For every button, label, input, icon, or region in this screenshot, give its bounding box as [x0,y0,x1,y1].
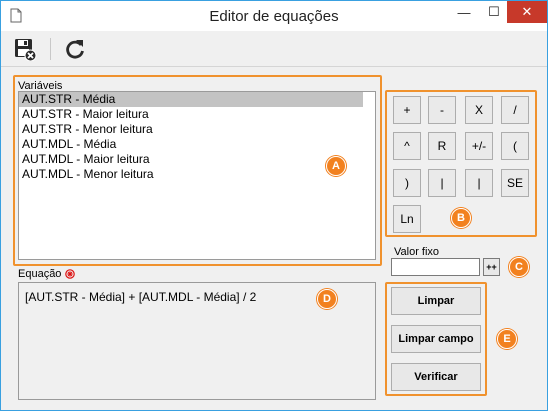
toolbar [1,31,547,67]
minimize-button[interactable]: — [449,1,479,23]
list-item[interactable]: AUT.MDL - Média [19,137,375,152]
equation-editor-window: Editor de equações — ☐ ✕ Variáveis AUT.S [0,0,548,411]
save-cancel-button[interactable] [13,37,37,62]
annotation-badge-e: E [497,329,517,349]
annotation-badge-c: C [509,257,529,277]
annotation-badge-a: A [326,156,346,176]
operator-root-button[interactable]: R [428,132,456,160]
title-bar: Editor de equações — ☐ ✕ [1,1,547,31]
operator-abs-close-button[interactable]: | [465,169,493,197]
list-item[interactable]: AUT.STR - Menor leitura [19,122,375,137]
required-icon [65,269,75,279]
add-fixed-value-button[interactable]: ++ [483,258,500,276]
list-item[interactable]: AUT.STR - Média [19,92,363,107]
maximize-button[interactable]: ☐ [479,1,509,23]
operator-minus-button[interactable]: - [428,96,456,124]
list-item[interactable]: AUT.MDL - Menor leitura [19,167,375,182]
equation-label: Equação [18,268,62,280]
fixed-value-label: Valor fixo [394,246,440,258]
operator-sign-button[interactable]: +/- [465,132,493,160]
close-button[interactable]: ✕ [507,1,547,23]
operator-power-button[interactable]: ^ [393,132,421,160]
annotation-badge-b: B [451,208,471,228]
operator-abs-open-button[interactable]: | [428,169,456,197]
refresh-icon [66,40,84,59]
clear-button[interactable]: Limpar [391,287,481,315]
operator-open-paren-button[interactable]: ( [501,132,529,160]
save-cancel-icon [15,39,37,62]
refresh-button[interactable] [63,37,87,61]
operator-close-paren-button[interactable]: ) [393,169,421,197]
clear-field-button[interactable]: Limpar campo [391,325,481,353]
operator-if-button[interactable]: SE [501,169,529,197]
operator-divide-button[interactable]: / [501,96,529,124]
operator-plus-button[interactable]: + [393,96,421,124]
operator-multiply-button[interactable]: X [465,96,493,124]
annotation-badge-d: D [317,289,337,309]
operator-ln-button[interactable]: Ln [393,205,421,233]
list-item[interactable]: AUT.STR - Maior leitura [19,107,375,122]
verify-button[interactable]: Verificar [391,363,481,391]
equation-text: [AUT.STR - Média] + [AUT.MDL - Média] / … [25,290,257,304]
variables-list[interactable]: AUT.STR - Média AUT.STR - Maior leitura … [18,91,376,260]
list-item[interactable]: AUT.MDL - Maior leitura [19,152,375,167]
toolbar-separator [50,38,51,60]
fixed-value-input[interactable] [391,258,480,276]
